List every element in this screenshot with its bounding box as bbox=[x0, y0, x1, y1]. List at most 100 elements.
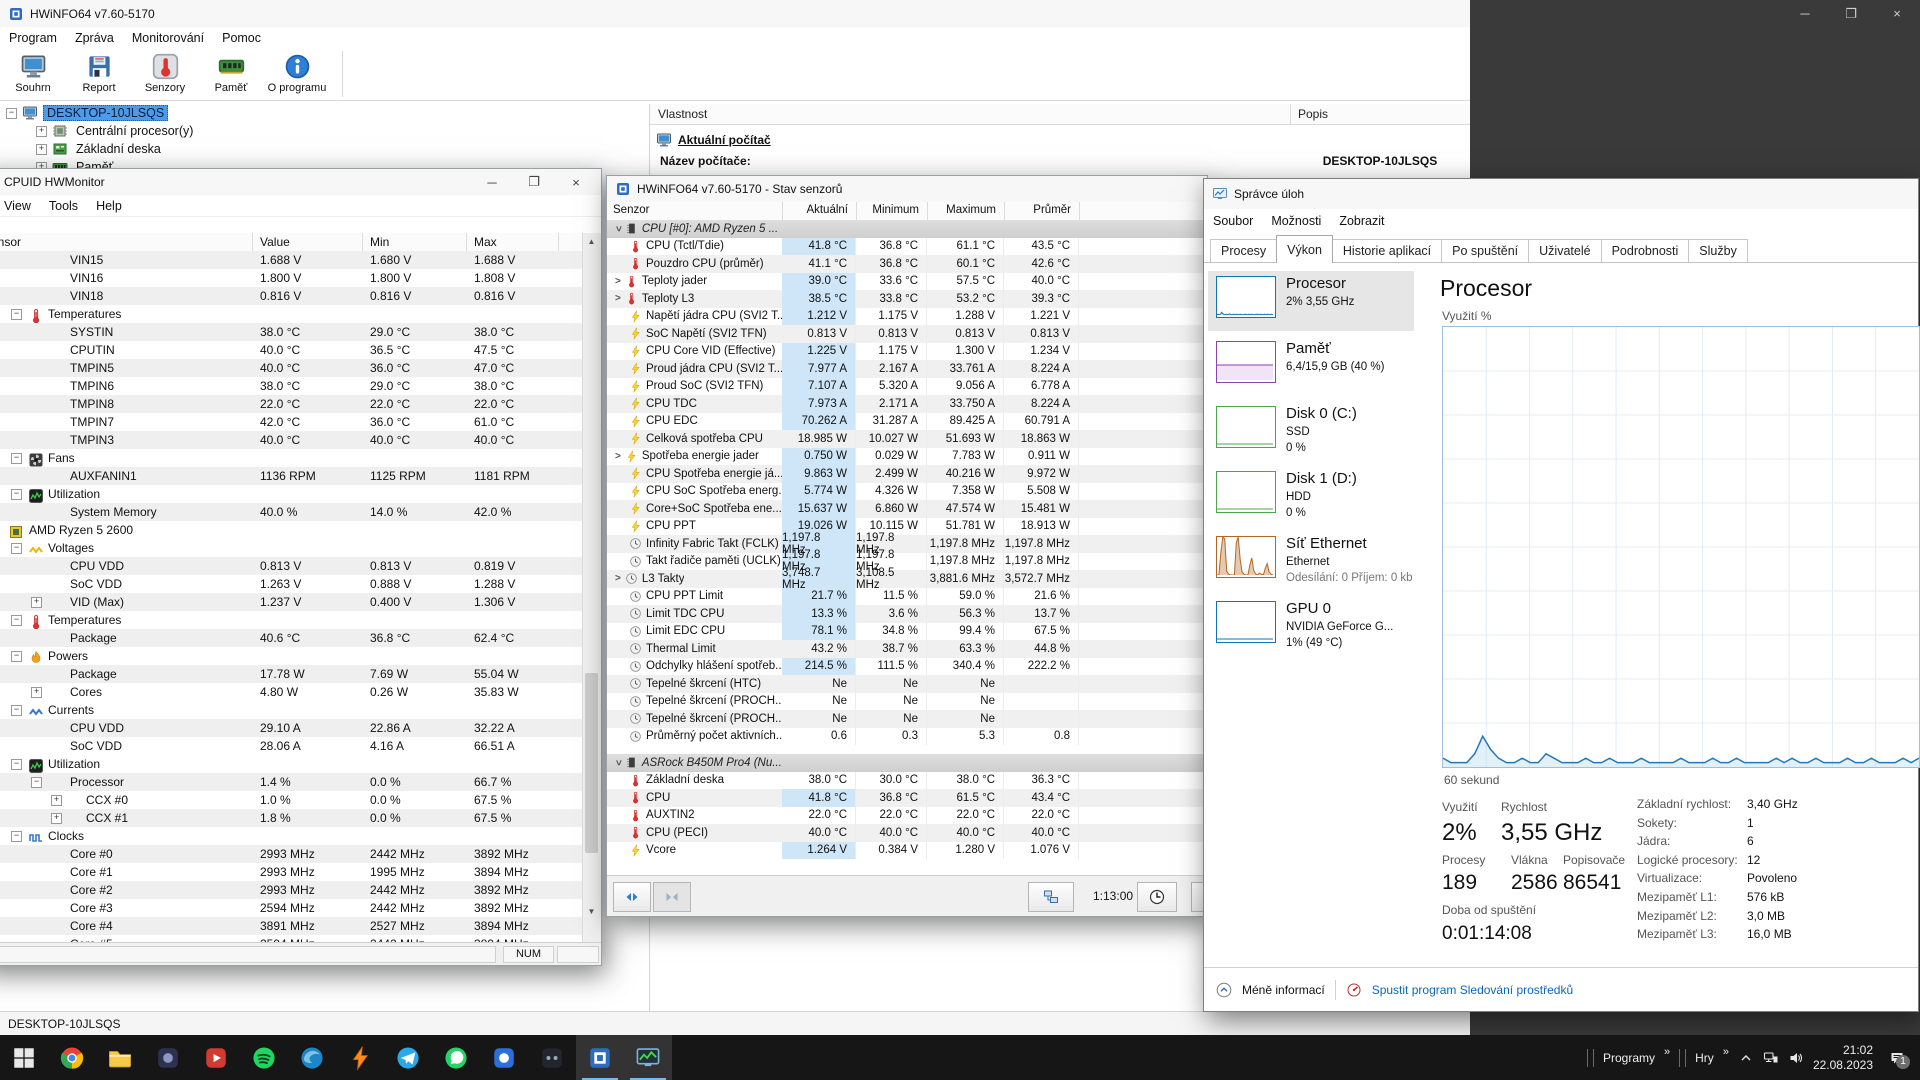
sensor-row[interactable]: CPU SoC Spotřeba energ...5.774 W4.326 W7… bbox=[607, 483, 1207, 501]
toolbar-button-Senzory[interactable]: Senzory bbox=[132, 49, 198, 99]
tree-expander-icon[interactable]: + bbox=[36, 144, 47, 155]
taskbar-edge-app[interactable] bbox=[288, 1035, 336, 1080]
property-row[interactable]: Název počítače: bbox=[660, 154, 751, 168]
row-expander-icon[interactable]: + bbox=[31, 597, 42, 608]
sensor-row[interactable]: CPU TDC7.973 A2.171 A33.750 A8.224 A bbox=[607, 395, 1207, 413]
sidebar-tile-Paměť[interactable]: Paměť6,4/15,9 GB (40 %) bbox=[1208, 336, 1414, 396]
hwmonitor-row[interactable]: −Processor1.4 %0.0 %66.7 % bbox=[0, 773, 582, 791]
tab-Výkon[interactable]: Výkon bbox=[1276, 235, 1333, 263]
sensor-row[interactable]: CPU (Tctl/Tdie)41.8 °C36.8 °C61.1 °C43.5… bbox=[607, 238, 1207, 256]
hwmonitor-row[interactable]: SoC VDD1.263 V0.888 V1.288 V bbox=[0, 575, 582, 593]
column-header-popis[interactable]: Popis bbox=[1298, 107, 1328, 121]
column-header-vlastnost[interactable]: Vlastnost bbox=[658, 107, 707, 121]
tab-Po spuštění[interactable]: Po spuštění bbox=[1441, 239, 1529, 262]
sensors-titlebar[interactable]: HWiNFO64 v7.60-5170 - Stav senzorů bbox=[607, 176, 1207, 202]
hwmonitor-row[interactable]: −Voltages bbox=[0, 539, 582, 557]
sidebar-tile-Síť Ethernet[interactable]: Síť EthernetEthernetOdesílání: 0 Příjem:… bbox=[1208, 531, 1414, 591]
sensor-row[interactable]: Napětí jádra CPU (SVI2 T...1.212 V1.175 … bbox=[607, 308, 1207, 326]
chevron-up-icon[interactable] bbox=[1738, 1050, 1754, 1066]
minimize-icon[interactable]: ─ bbox=[1782, 0, 1828, 27]
hwmonitor-row[interactable]: +VID (Max)1.237 V0.400 V1.306 V bbox=[0, 593, 582, 611]
sensor-row[interactable]: Proud jádra CPU (SVI2 T...7.977 A2.167 A… bbox=[607, 360, 1207, 378]
hwmonitor-row[interactable]: CPUTIN40.0 °C36.5 °C47.5 °C bbox=[0, 341, 582, 359]
menu-item-Pomoc[interactable]: Pomoc bbox=[213, 29, 270, 47]
sensor-row[interactable]: CPU Core VID (Effective)1.225 V1.175 V1.… bbox=[607, 343, 1207, 361]
sensor-row[interactable]: >Teploty jader39.0 °C33.6 °C57.5 °C40.0 … bbox=[607, 273, 1207, 291]
menu-item-Program[interactable]: Program bbox=[0, 29, 66, 47]
taskbar-app-dark2-app[interactable] bbox=[528, 1035, 576, 1080]
close-icon[interactable]: × bbox=[1874, 0, 1920, 27]
overflow-chevron-icon[interactable]: » bbox=[1723, 1046, 1729, 1058]
scroll-down-icon[interactable]: ▼ bbox=[583, 903, 600, 920]
toolbar-button-Paměť[interactable]: Paměť bbox=[198, 49, 264, 99]
property-group-row[interactable]: Aktuální počítač bbox=[656, 132, 771, 148]
menu-item-Zpráva[interactable]: Zpráva bbox=[66, 29, 123, 47]
row-expander-icon[interactable]: − bbox=[11, 759, 22, 770]
sensor-row[interactable]: Limit TDC CPU13.3 %3.6 %56.3 %13.7 % bbox=[607, 605, 1207, 623]
row-expander-icon[interactable]: − bbox=[11, 453, 22, 464]
hwmonitor-row[interactable]: −Utilization bbox=[0, 755, 582, 773]
hwmonitor-row[interactable]: −Temperatures bbox=[0, 305, 582, 323]
chevron-right-icon[interactable]: > bbox=[615, 573, 621, 584]
chevron-right-icon[interactable]: > bbox=[615, 293, 621, 304]
hwmonitor-row[interactable]: −Powers bbox=[0, 647, 582, 665]
taskbar-lightning-app[interactable] bbox=[336, 1035, 384, 1080]
task-manager-titlebar[interactable]: Správce úloh bbox=[1204, 179, 1918, 209]
tree-item-DESKTOP-10JLSQS[interactable]: −DESKTOP-10JLSQS bbox=[0, 104, 649, 122]
taskbar-whatsapp-app[interactable] bbox=[432, 1035, 480, 1080]
hwmonitor-row[interactable]: −Currents bbox=[0, 701, 582, 719]
network-icon[interactable] bbox=[1763, 1050, 1779, 1066]
hwmonitor-row[interactable]: CPU VDD0.813 V0.813 V0.819 V bbox=[0, 557, 582, 575]
sensor-row[interactable]: Limit EDC CPU78.1 %34.8 %99.4 %67.5 % bbox=[607, 623, 1207, 641]
sensor-row[interactable]: Tepelné škrcení (PROCH...NeNeNe bbox=[607, 693, 1207, 711]
chevron-down-icon[interactable]: > bbox=[615, 226, 623, 232]
hwmonitor-row[interactable]: −Fans bbox=[0, 449, 582, 467]
sensor-row[interactable]: Proud SoC (SVI2 TFN)7.107 A5.320 A9.056 … bbox=[607, 378, 1207, 396]
hwmonitor-row[interactable]: Core #43891 MHz2527 MHz3894 MHz bbox=[0, 917, 582, 935]
hwmonitor-row[interactable]: VIN161.800 V1.800 V1.808 V bbox=[0, 269, 582, 287]
sensor-row[interactable]: Pouzdro CPU (průměr)41.1 °C36.8 °C60.1 °… bbox=[607, 255, 1207, 273]
taskbar-hwinfo-app[interactable] bbox=[576, 1035, 624, 1080]
clock-button[interactable] bbox=[1137, 882, 1177, 912]
toolbar-button-O programu[interactable]: O programu bbox=[264, 49, 330, 99]
menu-item-Zobrazit[interactable]: Zobrazit bbox=[1330, 212, 1393, 230]
property-panel-header[interactable]: Vlastnost Popis bbox=[650, 104, 1470, 125]
menu-item-Monitorování[interactable]: Monitorování bbox=[123, 29, 213, 47]
less-info-button[interactable]: Méně informací bbox=[1242, 983, 1325, 997]
sensor-row[interactable]: >Teploty L338.5 °C33.8 °C53.2 °C39.3 °C bbox=[607, 290, 1207, 308]
row-expander-icon[interactable]: − bbox=[11, 543, 22, 554]
row-expander-icon[interactable]: − bbox=[11, 651, 22, 662]
taskbar-app-blue-app[interactable] bbox=[480, 1035, 528, 1080]
tab-Procesy[interactable]: Procesy bbox=[1210, 239, 1277, 262]
row-expander-icon[interactable]: + bbox=[51, 795, 62, 806]
taskbar-start-button[interactable] bbox=[0, 1035, 48, 1080]
taskbar-spotify-app[interactable] bbox=[240, 1035, 288, 1080]
hwmonitor-row[interactable]: AMD Ryzen 5 2600 bbox=[0, 521, 582, 539]
remote-monitoring-button[interactable] bbox=[1028, 882, 1074, 912]
sensor-group-header[interactable]: >ASRock B450M Pro4 (Nu... bbox=[607, 754, 1207, 772]
menu-item-Možnosti[interactable]: Možnosti bbox=[1262, 212, 1330, 230]
hwmonitor-titlebar[interactable]: CPUID HWMonitor ─ ❐ × bbox=[0, 169, 601, 195]
resource-monitor-link[interactable]: Spustit program Sledování prostředků bbox=[1372, 983, 1573, 997]
row-expander-icon[interactable]: − bbox=[11, 705, 22, 716]
sensor-row[interactable]: Tepelné škrcení (PROCH...NeNeNe bbox=[607, 710, 1207, 728]
hwmonitor-row[interactable]: SoC VDD28.06 A4.16 A66.51 A bbox=[0, 737, 582, 755]
tab-Podrobnosti[interactable]: Podrobnosti bbox=[1601, 239, 1690, 262]
sensor-row[interactable]: CPU EDC70.262 A31.287 A89.425 A60.791 A bbox=[607, 413, 1207, 431]
tree-expander-icon[interactable]: − bbox=[6, 108, 17, 119]
sidebar-tile-Procesor[interactable]: Procesor2% 3,55 GHz bbox=[1208, 271, 1414, 331]
maximize-icon[interactable]: ❐ bbox=[1828, 0, 1874, 27]
maximize-icon[interactable]: ❐ bbox=[513, 169, 555, 195]
hwmonitor-row[interactable]: +Cores4.80 W0.26 W35.83 W bbox=[0, 683, 582, 701]
tree-item-Základní deska[interactable]: +Základní deska bbox=[0, 140, 649, 158]
col-min[interactable]: Min bbox=[370, 235, 389, 249]
chevron-down-icon[interactable]: > bbox=[615, 760, 623, 766]
hwmonitor-row[interactable]: −Temperatures bbox=[0, 611, 582, 629]
sensor-row[interactable]: CPU41.8 °C36.8 °C61.5 °C43.4 °C bbox=[607, 789, 1207, 807]
row-expander-icon[interactable]: − bbox=[11, 615, 22, 626]
sidebar-tile-Disk 0 (C:)[interactable]: Disk 0 (C:)SSD0 % bbox=[1208, 401, 1414, 461]
row-expander-icon[interactable]: + bbox=[31, 687, 42, 698]
col-3[interactable]: Průměr bbox=[1004, 204, 1071, 216]
taskbar-telegram-app[interactable] bbox=[384, 1035, 432, 1080]
collapse-all-button[interactable] bbox=[653, 882, 691, 912]
